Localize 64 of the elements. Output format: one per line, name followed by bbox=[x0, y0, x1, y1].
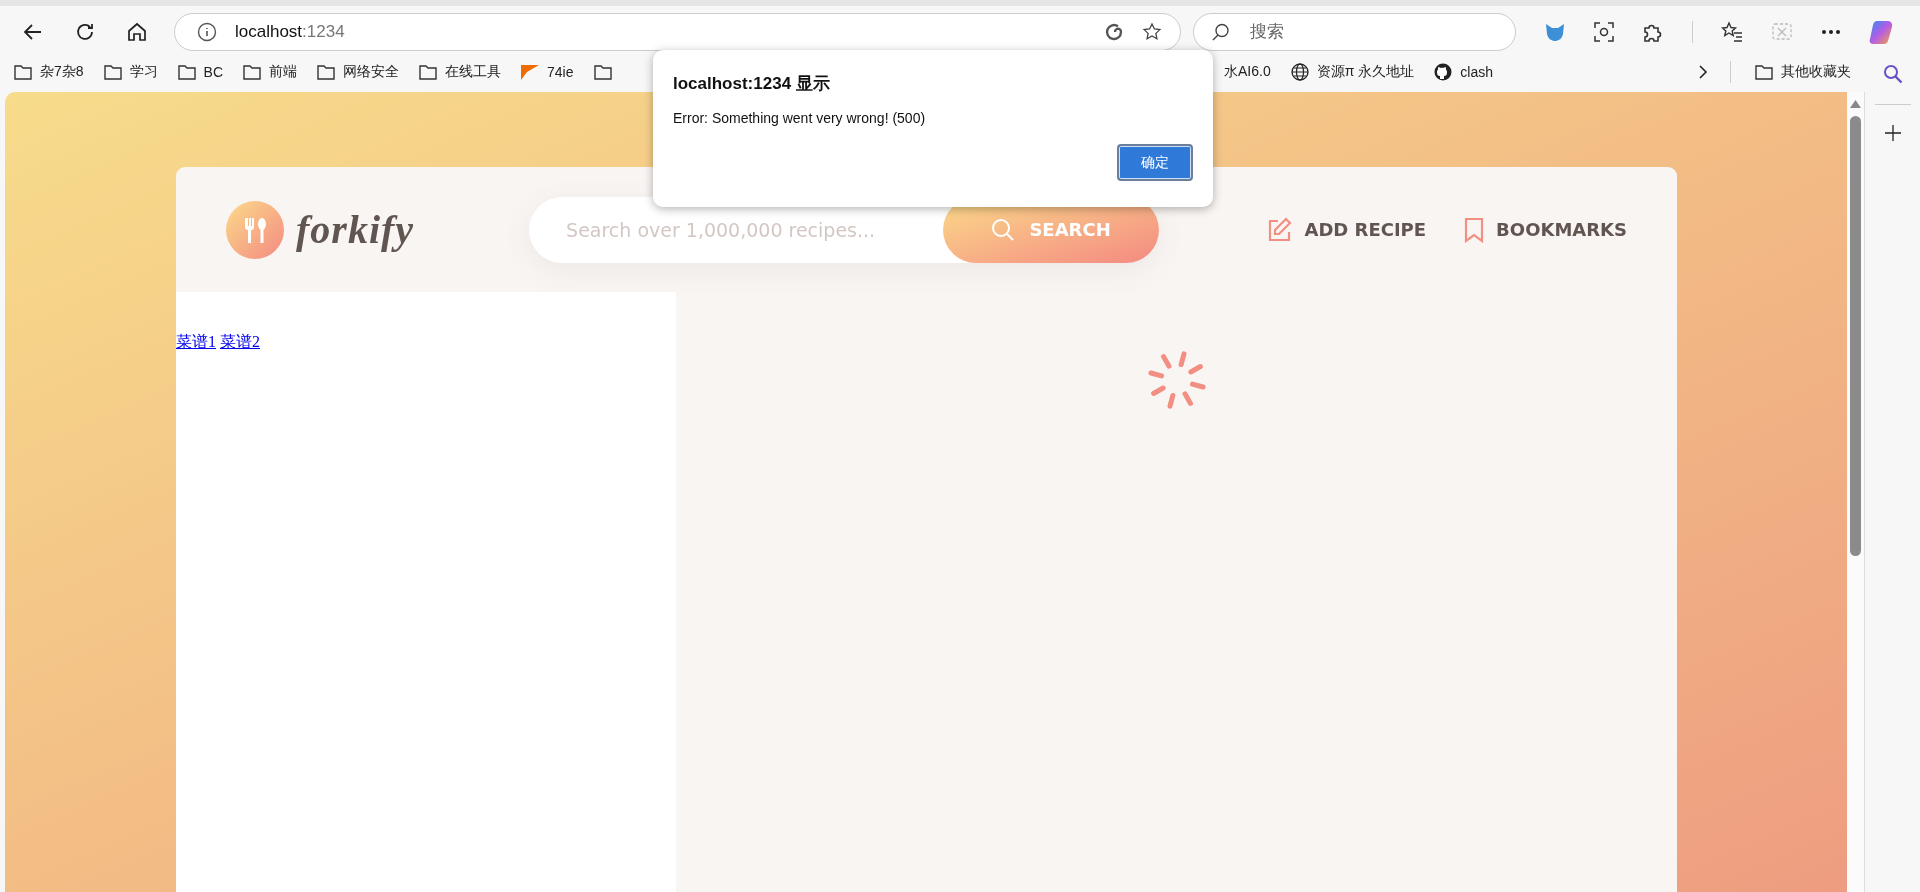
nav-button[interactable]: BOOKMARKS bbox=[1464, 216, 1627, 243]
chevron-right-icon[interactable] bbox=[1698, 64, 1708, 80]
bookmark-item[interactable]: 杂7杂8 bbox=[14, 63, 84, 81]
dialog-title: localhost:1234 显示 bbox=[673, 73, 831, 95]
bookmark-item[interactable]: 资源π 永久地址 bbox=[1290, 63, 1415, 81]
bookmark-item[interactable]: clash bbox=[1434, 63, 1493, 81]
bookmark-item[interactable]: BC bbox=[177, 64, 224, 80]
bookmark-item[interactable]: 其他收藏夹 bbox=[1755, 63, 1851, 81]
recipe-link[interactable]: 菜谱1 bbox=[176, 333, 216, 350]
folder-icon bbox=[177, 64, 196, 80]
bookmark-item[interactable]: 74ie bbox=[521, 64, 574, 80]
search-box[interactable]: 搜索 bbox=[1193, 13, 1516, 51]
bookmark-label: 74ie bbox=[547, 64, 574, 80]
folder-icon[interactable] bbox=[593, 64, 612, 80]
screenshot-icon[interactable] bbox=[1594, 22, 1614, 42]
scroll-up-icon[interactable] bbox=[1850, 100, 1861, 108]
more-icon[interactable] bbox=[1821, 29, 1841, 35]
bookmark-label: BC bbox=[203, 64, 224, 80]
bookmark-item[interactable]: 在线工具 bbox=[419, 63, 502, 81]
flag-icon bbox=[521, 64, 540, 80]
search-field[interactable]: Search over 1,000,000 recipes... bbox=[529, 217, 944, 242]
search-icon[interactable] bbox=[1882, 64, 1903, 84]
bookmark-label: 网络安全 bbox=[343, 63, 400, 81]
cat-icon[interactable] bbox=[1544, 21, 1566, 43]
bookmark-label: 资源π 永久地址 bbox=[1316, 63, 1415, 81]
search-icon bbox=[991, 217, 1016, 242]
refresh-icon[interactable] bbox=[1104, 22, 1124, 42]
scrollbar-thumb[interactable] bbox=[1850, 116, 1861, 556]
folder-icon bbox=[103, 64, 122, 80]
bookmark-label: clash bbox=[1460, 64, 1493, 80]
search-icon bbox=[1212, 23, 1230, 41]
url-text: localhost:1234 bbox=[235, 22, 346, 42]
globe-icon bbox=[1290, 63, 1309, 81]
bookmark-icon bbox=[1464, 216, 1485, 243]
bookmark-label: 前端 bbox=[269, 63, 298, 81]
star-icon[interactable] bbox=[1142, 22, 1162, 42]
bookmark-item[interactable]: 水AI6.0 bbox=[1224, 63, 1271, 81]
folder-icon bbox=[243, 64, 262, 80]
bookmark-item[interactable]: 网络安全 bbox=[317, 63, 400, 81]
edit-icon bbox=[1266, 216, 1293, 243]
bookmark-item[interactable]: 学习 bbox=[103, 63, 158, 81]
bookmark-item[interactable]: 前端 bbox=[243, 63, 298, 81]
folder-icon bbox=[14, 64, 32, 80]
github-icon bbox=[1434, 63, 1453, 81]
nav-button[interactable]: ADD RECIPE bbox=[1266, 216, 1427, 243]
bookmark-label: 杂7杂8 bbox=[40, 63, 84, 81]
folder-icon bbox=[1755, 64, 1773, 80]
home-icon[interactable] bbox=[126, 21, 148, 43]
dialog-message: Error: Something went very wrong! (500) bbox=[673, 110, 927, 126]
search-field[interactable]: 搜索 bbox=[1248, 21, 1492, 43]
clipping-icon[interactable] bbox=[1771, 21, 1793, 43]
recipe-link[interactable]: 菜谱2 bbox=[220, 333, 260, 350]
folder-icon bbox=[419, 64, 438, 80]
logo-text[interactable]: forkify bbox=[296, 206, 415, 253]
plus-icon[interactable] bbox=[1884, 125, 1901, 141]
info-icon[interactable] bbox=[197, 22, 217, 42]
folder-icon bbox=[317, 64, 336, 80]
favorites-icon[interactable] bbox=[1721, 21, 1743, 43]
ok-button[interactable]: 确定 bbox=[1117, 144, 1193, 181]
bookmark-label: 在线工具 bbox=[445, 63, 502, 81]
address-bar[interactable]: localhost:1234 bbox=[174, 13, 1181, 51]
bookmark-label: 其他收藏夹 bbox=[1781, 63, 1851, 81]
bookmark-label: 学习 bbox=[129, 63, 158, 81]
reload-icon[interactable] bbox=[74, 21, 96, 43]
